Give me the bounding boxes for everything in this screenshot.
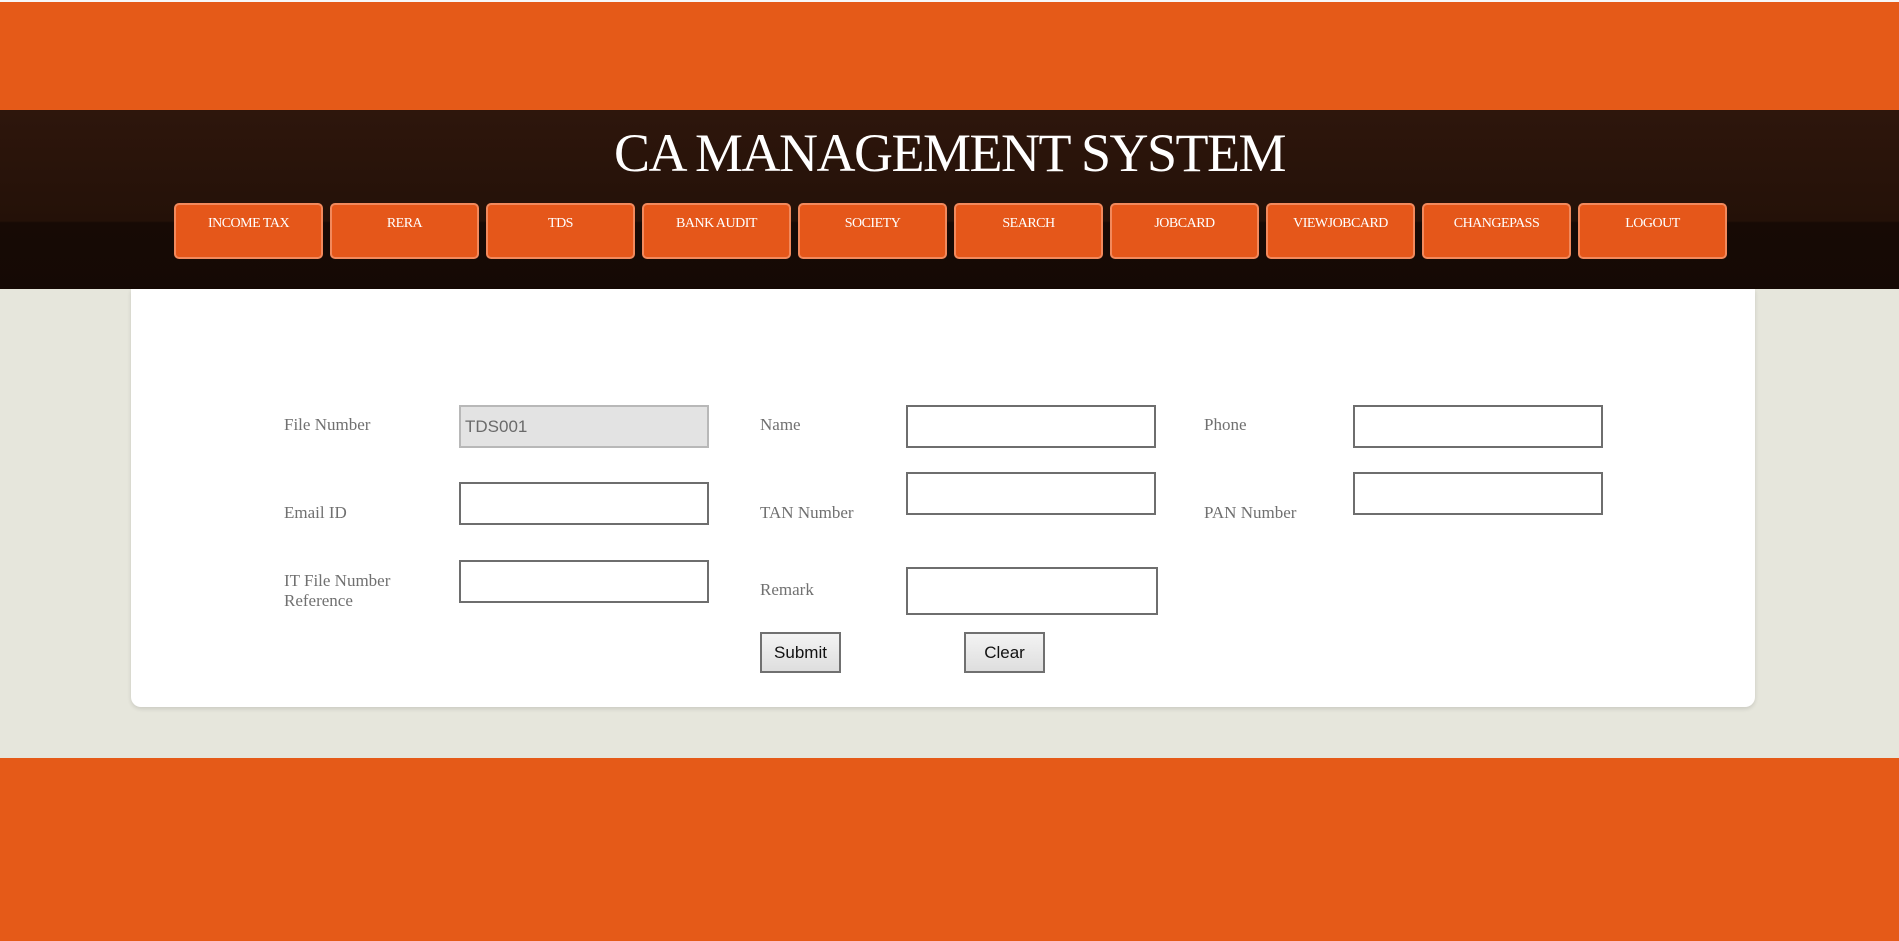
- main-nav: INCOME TAX RERA TDS BANK AUDIT SOCIETY S…: [174, 203, 1734, 259]
- tds-form-card: File Number Name Phone Email ID TAN Numb…: [131, 289, 1755, 707]
- remark-field[interactable]: [906, 567, 1158, 615]
- nav-income-tax[interactable]: INCOME TAX: [174, 203, 323, 259]
- it-file-ref-label-line1: IT File Number: [284, 571, 391, 590]
- phone-field[interactable]: [1353, 405, 1603, 448]
- nav-search[interactable]: SEARCH: [954, 203, 1103, 259]
- it-file-ref-field[interactable]: [459, 560, 709, 603]
- submit-button[interactable]: Submit: [760, 632, 841, 673]
- nav-society[interactable]: SOCIETY: [798, 203, 947, 259]
- site-header: CA MANAGEMENT SYSTEM INCOME TAX RERA TDS…: [0, 110, 1899, 289]
- nav-change-pass[interactable]: CHANGEPASS: [1422, 203, 1571, 259]
- footer-band: [0, 758, 1899, 941]
- remark-label: Remark: [760, 580, 814, 599]
- tan-number-field[interactable]: [906, 472, 1156, 515]
- nav-rera[interactable]: RERA: [330, 203, 479, 259]
- top-banner: [0, 0, 1899, 110]
- tan-number-label: TAN Number: [760, 503, 854, 522]
- nav-jobcard[interactable]: JOBCARD: [1110, 203, 1259, 259]
- clear-button[interactable]: Clear: [964, 632, 1045, 673]
- file-number-field[interactable]: [459, 405, 709, 448]
- nav-view-jobcard[interactable]: VIEWJOBCARD: [1266, 203, 1415, 259]
- email-field[interactable]: [459, 482, 709, 525]
- file-number-label: File Number: [284, 415, 371, 434]
- phone-label: Phone: [1204, 415, 1247, 434]
- name-label: Name: [760, 415, 801, 434]
- site-title: CA MANAGEMENT SYSTEM: [613, 123, 1287, 183]
- name-field[interactable]: [906, 405, 1156, 448]
- pan-number-label: PAN Number: [1204, 503, 1297, 522]
- email-label: Email ID: [284, 503, 347, 522]
- it-file-ref-label-line2: Reference: [284, 591, 353, 610]
- nav-bank-audit[interactable]: BANK AUDIT: [642, 203, 791, 259]
- pan-number-field[interactable]: [1353, 472, 1603, 515]
- nav-tds[interactable]: TDS: [486, 203, 635, 259]
- nav-logout[interactable]: LOGOUT: [1578, 203, 1727, 259]
